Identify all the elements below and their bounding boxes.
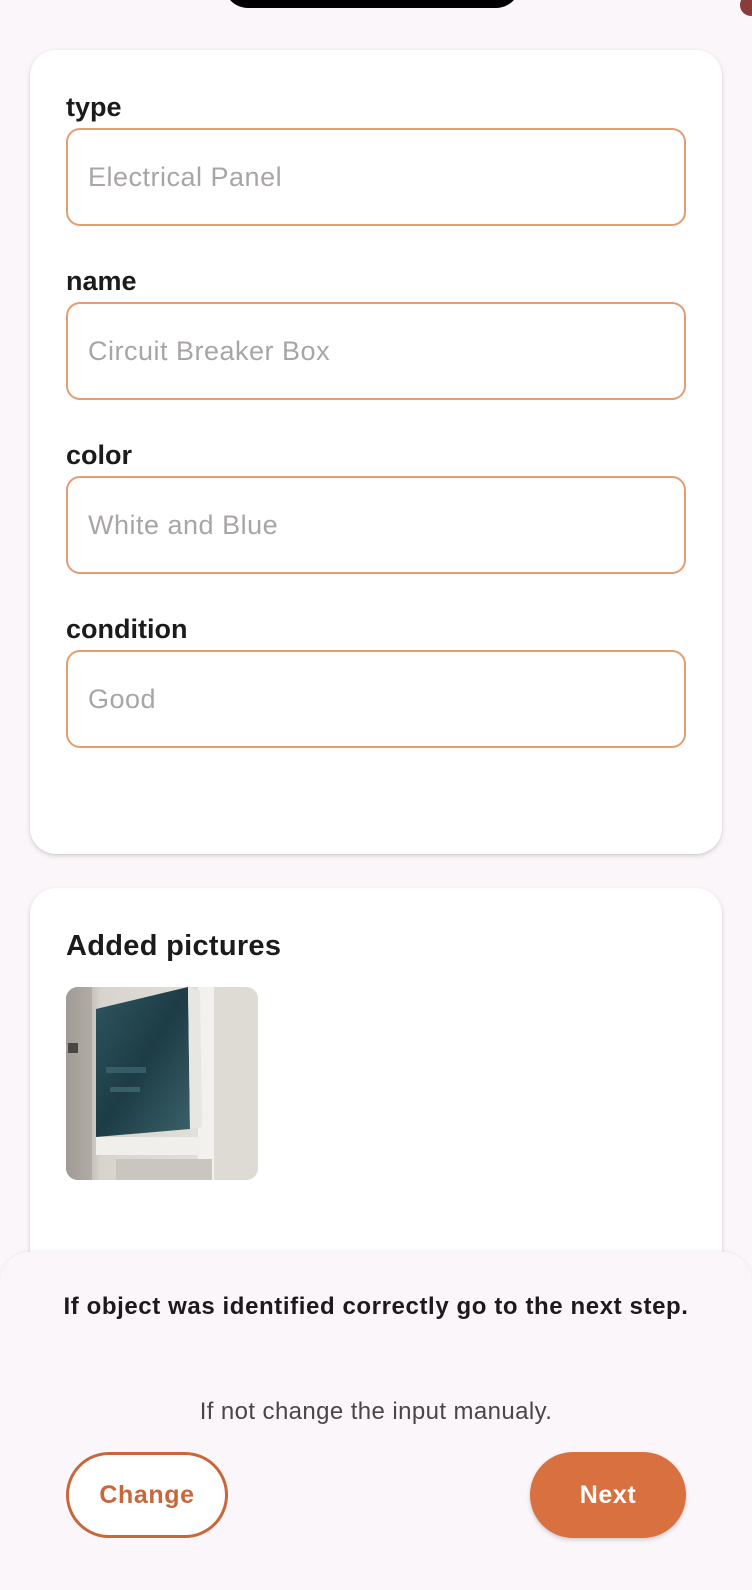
camera-notch [224,0,520,8]
change-button[interactable]: Change [66,1452,228,1538]
color-label: color [66,440,133,470]
object-details-card: type name color condition [30,50,722,854]
next-button[interactable]: Next [530,1452,686,1538]
name-label: name [66,266,137,296]
type-label: type [66,92,122,122]
name-input[interactable] [66,302,686,400]
added-pictures-card: Added pictures [30,888,722,1308]
confirmation-message: If object was identified correctly go to… [63,1293,689,1320]
added-pictures-title: Added pictures [66,930,282,962]
manual-input-hint: If not change the input manualy. [199,1398,553,1425]
confirmation-sheet: If object was identified correctly go to… [0,1252,752,1590]
picture-thumbnail[interactable] [66,987,258,1180]
condition-input[interactable] [66,650,686,748]
color-input[interactable] [66,476,686,574]
electrical-panel-photo [66,987,258,1180]
status-indicator [740,0,752,16]
type-input[interactable] [66,128,686,226]
condition-label: condition [66,614,188,644]
